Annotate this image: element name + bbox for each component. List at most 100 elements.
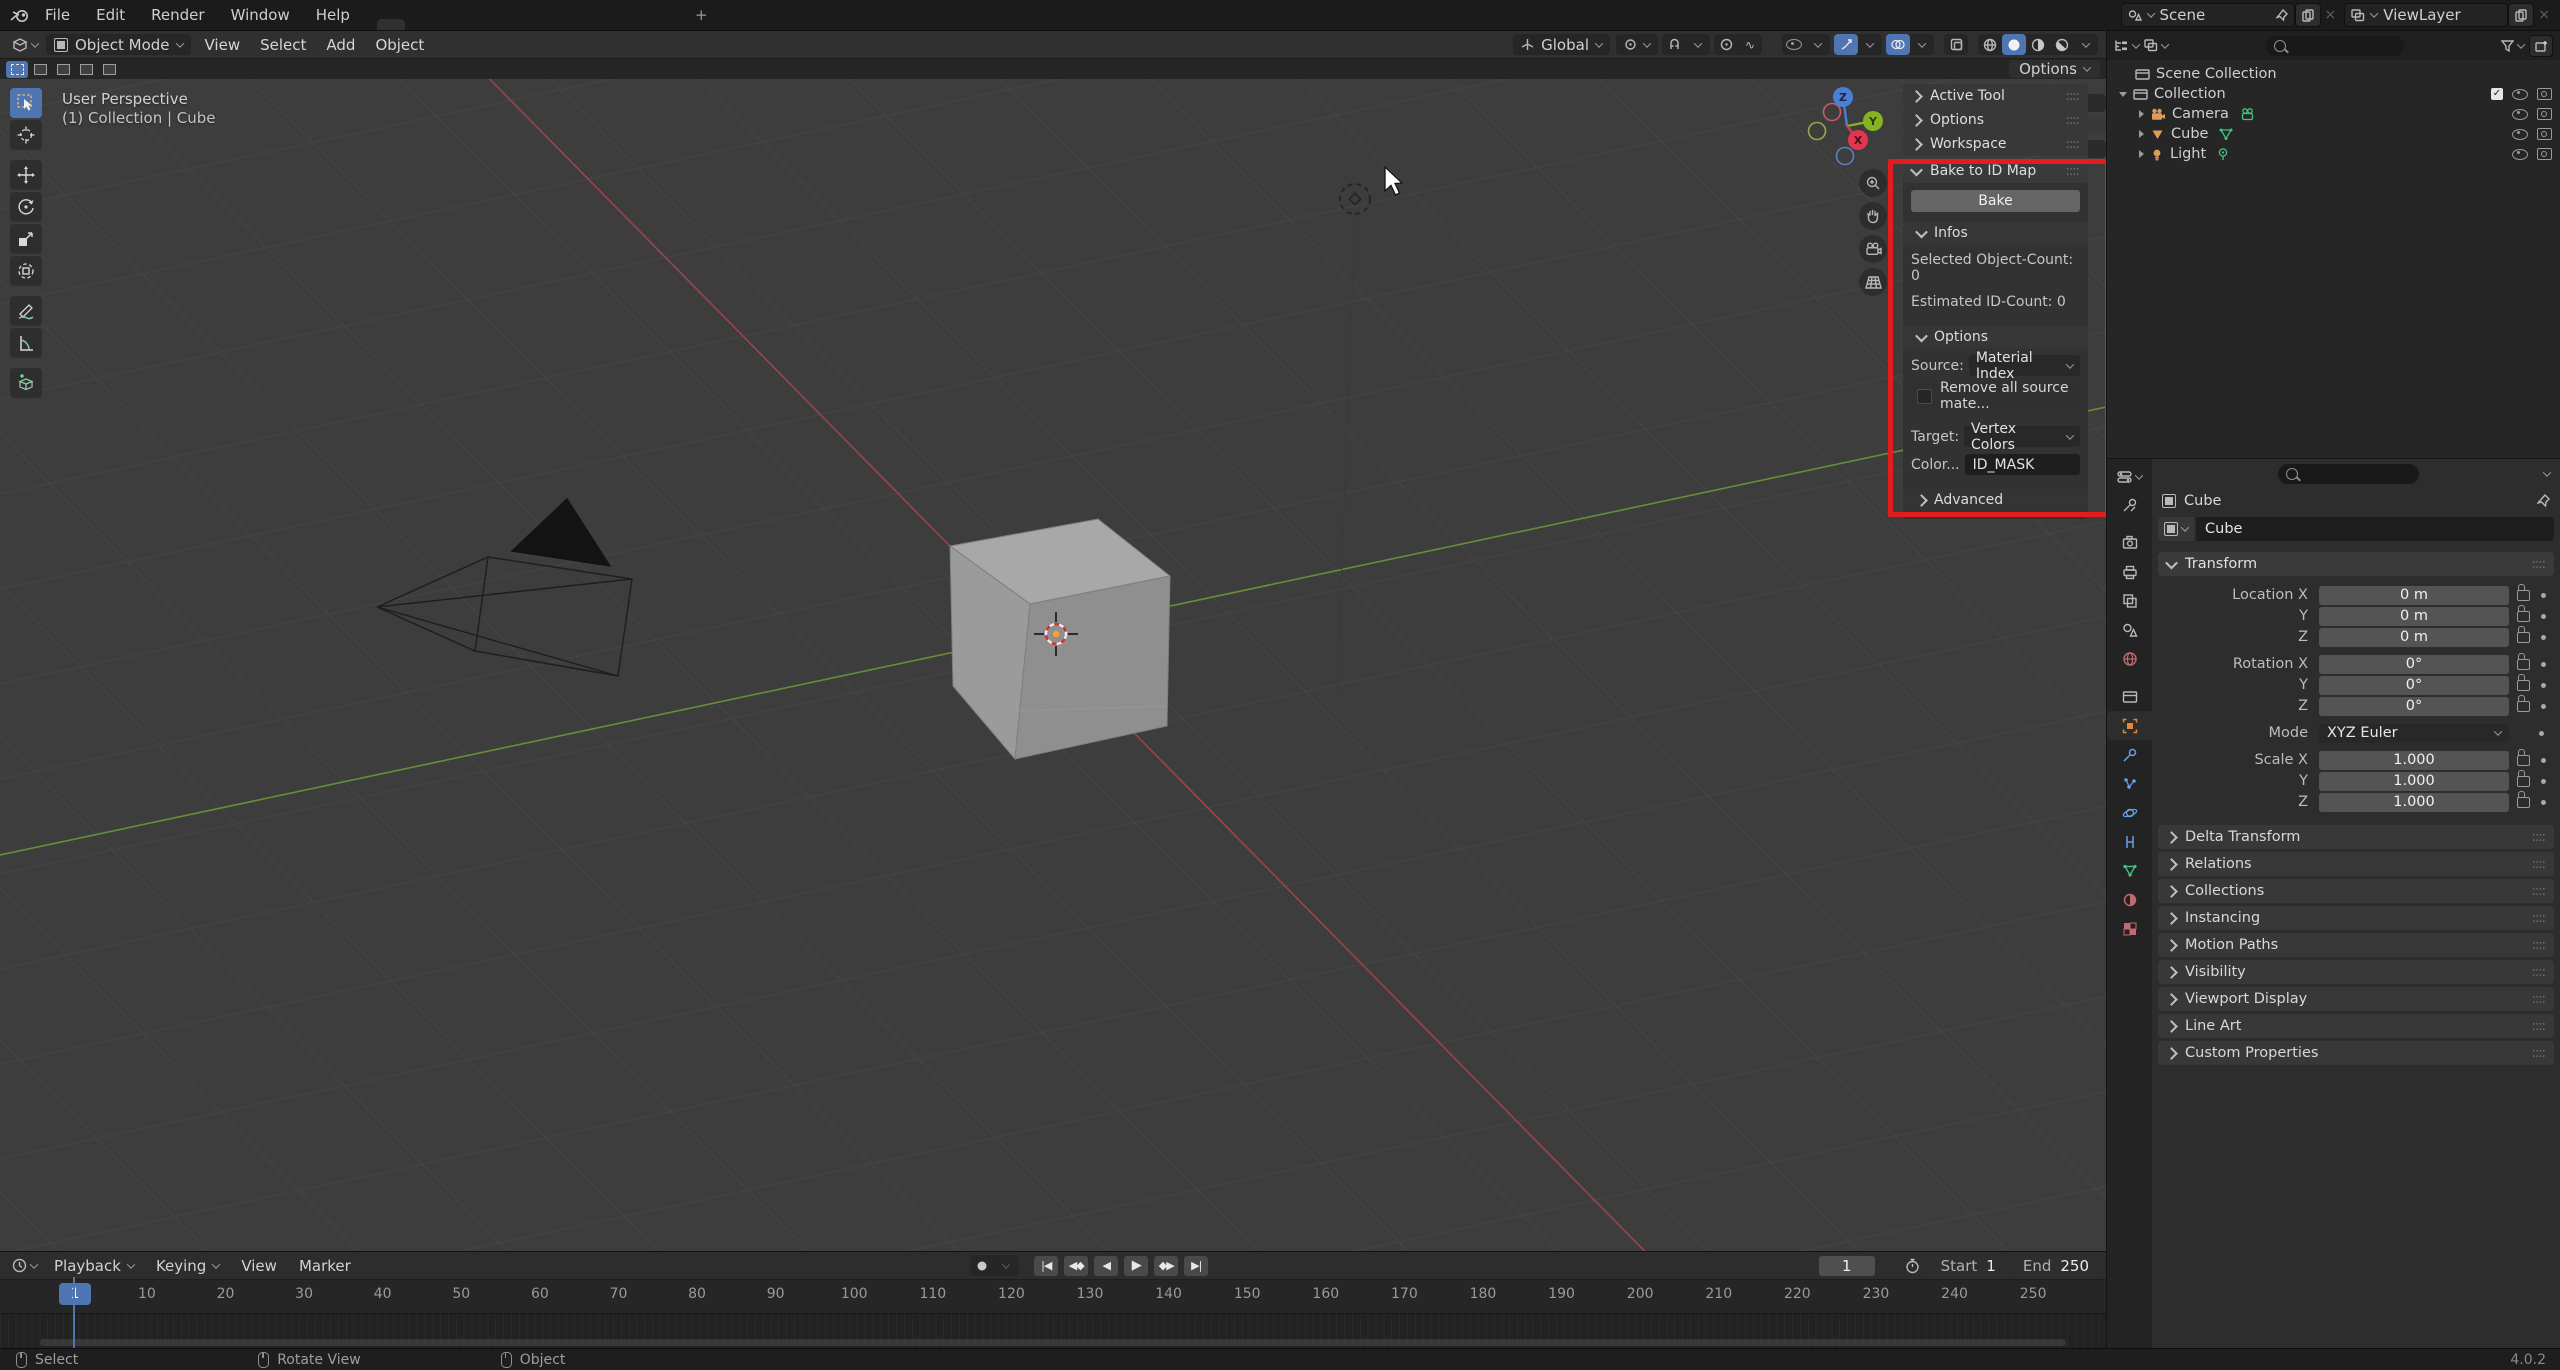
panel-header[interactable]: Active Tool :::: <box>1903 84 2088 108</box>
bake-button[interactable]: Bake <box>1911 190 2080 212</box>
tab-world[interactable] <box>2107 644 2152 673</box>
select-box-tool[interactable] <box>10 88 42 118</box>
tab-material[interactable] <box>2107 885 2152 914</box>
tab-scene[interactable] <box>2107 615 2152 644</box>
pan-button[interactable] <box>1859 202 1887 230</box>
autokey-dropdown[interactable] <box>994 1255 1018 1276</box>
number-field[interactable]: 1.000 <box>2319 750 2509 770</box>
workspace-tab[interactable] <box>489 19 517 30</box>
outliner-row-scene-collection[interactable]: Scene Collection <box>2107 64 2560 84</box>
animate-dot-icon[interactable] <box>2541 661 2546 667</box>
viewlayer-selector[interactable]: ViewLayer <box>2344 3 2509 27</box>
unlink-scene-button[interactable]: × <box>2321 7 2345 23</box>
keying-menu[interactable]: Keying <box>147 1257 228 1275</box>
camera-toggle-icon[interactable] <box>2537 128 2552 140</box>
menu-item[interactable]: File <box>32 6 83 24</box>
stopwatch-icon[interactable] <box>1905 1258 1920 1274</box>
marker-menu[interactable]: Marker <box>290 1257 360 1275</box>
shading-rendered-button[interactable] <box>2050 34 2074 55</box>
workspace-tab[interactable] <box>629 19 657 30</box>
editor-type-button[interactable] <box>8 37 42 52</box>
gizmo-negz[interactable] <box>1835 146 1855 166</box>
new-viewlayer-button[interactable] <box>2508 3 2535 27</box>
workspace-tab[interactable] <box>657 19 685 30</box>
workspace-tab[interactable] <box>433 19 461 30</box>
cube-object[interactable] <box>948 518 1172 761</box>
shading-material-button[interactable] <box>2026 34 2050 55</box>
drag-grip-icon[interactable]: :::: <box>2065 137 2079 152</box>
source-dropdown[interactable]: Material Index <box>1968 350 2080 382</box>
snap-toggle[interactable] <box>1662 34 1686 55</box>
annotate-tool[interactable] <box>10 296 42 326</box>
drag-grip-icon[interactable]: :::: <box>2065 89 2079 104</box>
workspace-tab[interactable] <box>573 19 601 30</box>
menu-item[interactable]: Window <box>218 6 303 24</box>
number-field[interactable]: 0 m <box>2319 585 2509 605</box>
menu-item[interactable]: Help <box>303 6 363 24</box>
tab-object[interactable] <box>2107 711 2152 740</box>
blender-logo-icon[interactable] <box>10 7 30 23</box>
shading-solid-button[interactable] <box>2002 34 2026 55</box>
collection-checkbox[interactable]: ✓ <box>2491 88 2503 100</box>
outliner-row-collection[interactable]: Collection ✓ <box>2107 84 2560 104</box>
camera-toggle-icon[interactable] <box>2537 108 2552 120</box>
rotation-mode-dropdown[interactable]: XYZ Euler <box>2319 723 2509 743</box>
next-keyframe-button[interactable]: ◆▶ <box>1154 1255 1179 1276</box>
lock-open-icon[interactable] <box>2517 625 2530 643</box>
number-field[interactable]: 0° <box>2319 696 2509 716</box>
tab-physics[interactable] <box>2107 798 2152 827</box>
transform-orientation-dropdown[interactable]: Global <box>1513 34 1610 55</box>
advanced-subpanel-header[interactable]: Advanced <box>1903 489 2088 511</box>
workspace-tab[interactable] <box>376 19 405 30</box>
bake-panel-header[interactable]: Bake to ID Map :::: <box>1903 159 2088 183</box>
menu-item[interactable]: Select <box>250 36 316 54</box>
drag-grip-icon[interactable]: :::: <box>2531 1019 2545 1034</box>
animate-dot-icon[interactable] <box>2541 682 2546 688</box>
properties-search[interactable] <box>2277 463 2419 484</box>
outliner-row-camera[interactable]: Camera <box>2107 104 2560 124</box>
drag-grip-icon[interactable]: :::: <box>2065 113 2079 128</box>
animate-dot-icon[interactable] <box>2541 613 2546 619</box>
snap-target-dropdown[interactable] <box>1686 34 1710 55</box>
zoom-button[interactable] <box>1859 169 1887 197</box>
outliner-search[interactable] <box>2265 35 2404 56</box>
animate-dot-icon[interactable] <box>2541 799 2546 805</box>
select-mode-extend-icon[interactable] <box>29 61 51 78</box>
animate-dot-icon[interactable] <box>2541 592 2546 598</box>
falloff-dropdown[interactable]: ∿ <box>1738 34 1762 55</box>
proportional-edit-toggle[interactable] <box>1714 34 1738 55</box>
menu-item[interactable]: Add <box>316 36 365 54</box>
timeline-editor-button[interactable] <box>8 1258 41 1273</box>
timeline-tracks[interactable] <box>0 1313 2106 1349</box>
sidebar-tab[interactable] <box>2088 140 2106 158</box>
scene-selector[interactable]: Scene <box>2120 3 2295 27</box>
lock-open-icon[interactable] <box>2517 652 2530 670</box>
workspace-tab[interactable] <box>405 19 433 30</box>
options-subpanel-header[interactable]: Options <box>1903 326 2088 348</box>
show-overlays-toggle[interactable] <box>1886 34 1910 55</box>
panel-header[interactable]: Motion Paths :::: <box>2158 933 2554 957</box>
tab-render[interactable] <box>2107 528 2152 557</box>
camera-toggle-icon[interactable] <box>2537 88 2552 100</box>
camera-toggle-icon[interactable] <box>2537 148 2552 160</box>
shading-dropdown[interactable] <box>2074 34 2098 55</box>
camera-object[interactable] <box>376 497 633 677</box>
lock-open-icon[interactable] <box>2517 694 2530 712</box>
remove-viewlayer-button[interactable]: × <box>2534 7 2560 23</box>
pin-icon[interactable] <box>2537 493 2550 508</box>
target-dropdown[interactable]: Vertex Colors <box>1964 421 2080 453</box>
outliner-row-cube[interactable]: Cube <box>2107 124 2560 144</box>
drag-grip-icon[interactable]: :::: <box>2531 857 2545 872</box>
lock-open-icon[interactable] <box>2517 673 2530 691</box>
tab-object-data[interactable] <box>2107 856 2152 885</box>
tab-view-layer[interactable] <box>2107 586 2152 615</box>
drag-grip-icon[interactable]: :::: <box>2531 1046 2545 1061</box>
timeline-scrollbar[interactable] <box>40 1339 2066 1346</box>
drag-grip-icon[interactable]: :::: <box>2531 938 2545 953</box>
mode-dropdown[interactable]: Object Mode <box>46 34 191 55</box>
expand-arrow-icon[interactable] <box>2139 150 2144 158</box>
lock-open-icon[interactable] <box>2517 790 2530 808</box>
select-mode-subtract-icon[interactable] <box>52 61 74 78</box>
gizmo-negy[interactable] <box>1807 121 1827 141</box>
object-type-visibility-button[interactable] <box>1782 34 1806 55</box>
